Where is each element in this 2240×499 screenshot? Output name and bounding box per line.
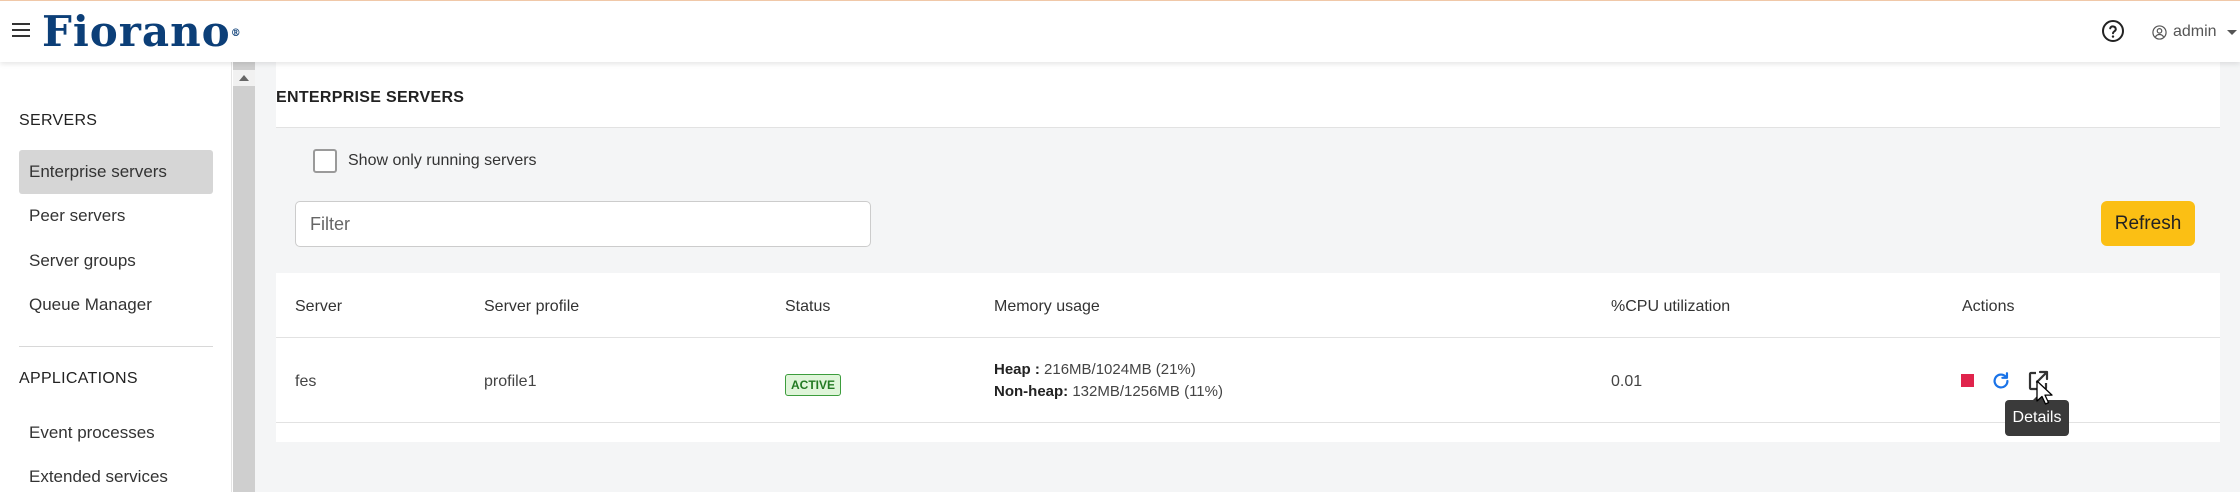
cell-server-profile: profile1 bbox=[484, 373, 537, 390]
sidebar-heading-applications: APPLICATIONS bbox=[19, 370, 138, 387]
hamburger-menu-icon[interactable] bbox=[12, 22, 30, 38]
show-running-checkbox[interactable] bbox=[313, 149, 337, 173]
status-badge: ACTIVE bbox=[785, 374, 842, 396]
sidebar-divider bbox=[19, 346, 213, 347]
sidebar-item-server-groups[interactable]: Server groups bbox=[19, 239, 213, 283]
top-navbar: Fiorano® admin bbox=[0, 0, 2240, 62]
heap-usage: Heap : 216MB/1024MB (21%) bbox=[994, 361, 1196, 378]
nonheap-value: 132MB/1256MB (11%) bbox=[1072, 383, 1223, 400]
scroll-up-arrow-icon[interactable] bbox=[233, 70, 255, 86]
heap-label: Heap : bbox=[994, 361, 1040, 378]
fiorano-logo[interactable]: Fiorano® bbox=[42, 9, 242, 55]
nonheap-label: Non-heap: bbox=[994, 383, 1069, 400]
help-icon[interactable] bbox=[2101, 19, 2125, 43]
sidebar-item-event-processes[interactable]: Event processes bbox=[19, 411, 213, 455]
column-header-status: Status bbox=[785, 298, 831, 315]
sidebar-heading-servers: SERVERS bbox=[19, 112, 98, 129]
stop-icon[interactable] bbox=[1961, 374, 1974, 387]
nonheap-usage: Non-heap: 132MB/1256MB (11%) bbox=[994, 383, 1223, 400]
column-header-actions: Actions bbox=[1962, 298, 2015, 315]
refresh-button[interactable]: Refresh bbox=[2101, 201, 2195, 246]
sidebar-item-extended-services[interactable]: Extended services bbox=[19, 455, 213, 499]
sidebar-item-enterprise-servers[interactable]: Enterprise servers bbox=[19, 150, 213, 194]
column-header-memory-usage: Memory usage bbox=[994, 298, 1100, 315]
logo-text: Fiorano bbox=[42, 7, 231, 56]
chevron-down-icon bbox=[2226, 29, 2237, 35]
page-title: ENTERPRISE SERVERS bbox=[276, 89, 465, 106]
user-icon bbox=[2152, 24, 2167, 40]
user-name: admin bbox=[2173, 23, 2217, 40]
restart-icon[interactable] bbox=[1990, 370, 2012, 392]
sidebar-item-queue-manager[interactable]: Queue Manager bbox=[19, 283, 213, 327]
column-header-server-profile: Server profile bbox=[484, 298, 580, 315]
sidebar-scrollbar[interactable] bbox=[233, 62, 255, 492]
column-header-cpu-utilization: %CPU utilization bbox=[1611, 298, 1731, 315]
table-header-divider bbox=[276, 337, 2220, 338]
sidebar-item-peer-servers[interactable]: Peer servers bbox=[19, 194, 213, 238]
show-running-label: Show only running servers bbox=[348, 152, 537, 169]
logo-registered-mark: ® bbox=[230, 28, 242, 39]
table-row-divider bbox=[276, 422, 2220, 423]
mouse-cursor-icon bbox=[2036, 380, 2053, 405]
cell-server: fes bbox=[295, 373, 317, 390]
filter-input[interactable] bbox=[295, 201, 871, 247]
heap-value: 216MB/1024MB (21%) bbox=[1044, 361, 1196, 378]
sidebar: SERVERS Enterprise servers Peer servers … bbox=[0, 62, 232, 492]
column-header-server: Server bbox=[295, 298, 343, 315]
cell-cpu-utilization: 0.01 bbox=[1611, 373, 1643, 390]
user-menu[interactable]: admin bbox=[2152, 21, 2237, 43]
